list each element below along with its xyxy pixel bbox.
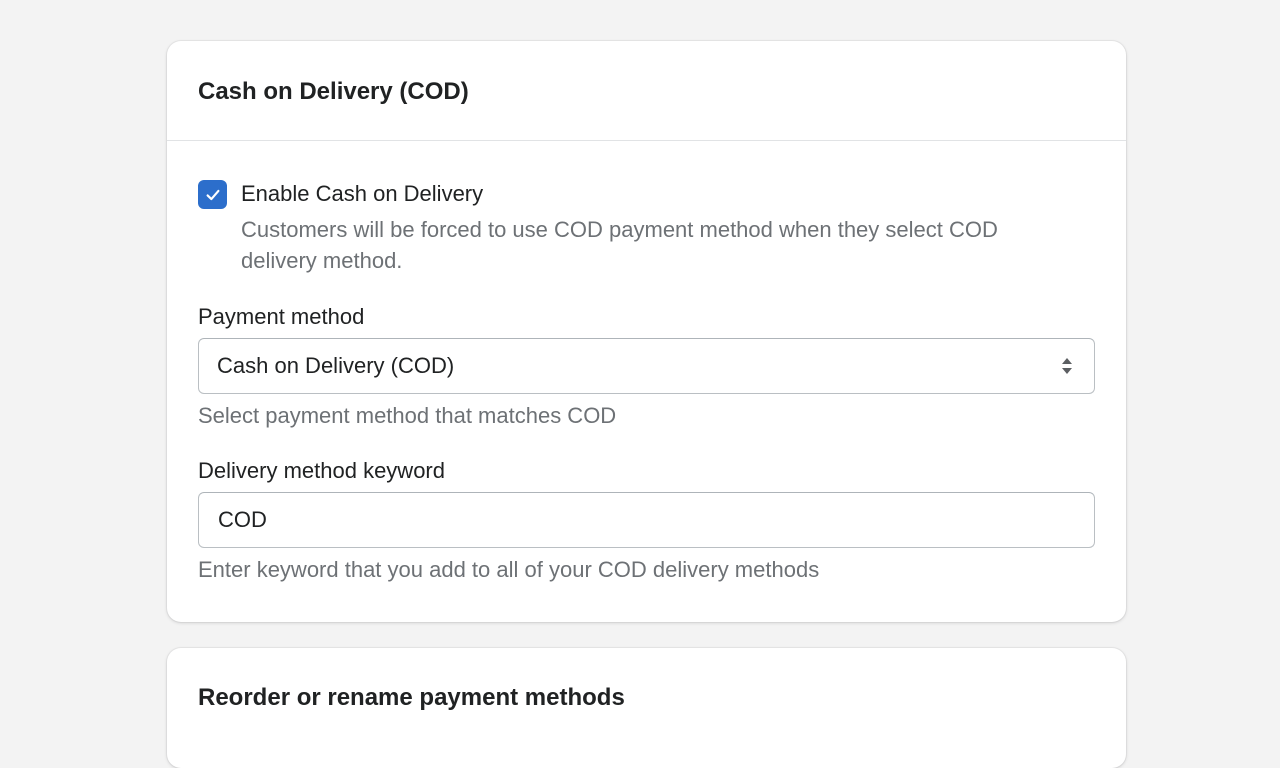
delivery-keyword-label: Delivery method keyword: [198, 458, 445, 483]
payment-method-field: Payment method Cash on Delivery (COD) Se…: [198, 302, 1095, 431]
enable-cod-checkbox-row: Enable Cash on Delivery Customers will b…: [198, 180, 1095, 276]
reorder-payment-methods-card: Reorder or rename payment methods: [167, 648, 1126, 768]
select-arrows-icon: [1062, 358, 1072, 374]
enable-cod-checkbox[interactable]: [198, 180, 227, 209]
card-header: Cash on Delivery (COD): [167, 41, 1126, 141]
cod-settings-card: Cash on Delivery (COD) Enable Cash on De…: [167, 41, 1126, 622]
enable-cod-help-text: Customers will be forced to use COD paym…: [241, 217, 998, 273]
delivery-keyword-field: Delivery method keyword Enter keyword th…: [198, 456, 1095, 585]
card-body: Enable Cash on Delivery Customers will b…: [167, 141, 1126, 585]
delivery-keyword-help-text: Enter keyword that you add to all of you…: [198, 557, 820, 582]
enable-cod-label[interactable]: Enable Cash on Delivery: [241, 179, 1041, 209]
delivery-keyword-input[interactable]: [198, 492, 1095, 548]
checkbox-text: Enable Cash on Delivery Customers will b…: [241, 180, 1041, 276]
payment-method-selected-value: Cash on Delivery (COD): [217, 353, 455, 378]
checkmark-icon: [206, 189, 219, 200]
payment-method-select[interactable]: Cash on Delivery (COD): [198, 338, 1095, 394]
card-title: Cash on Delivery (COD): [198, 78, 469, 105]
card-title: Reorder or rename payment methods: [198, 684, 625, 711]
payment-method-label: Payment method: [198, 304, 365, 329]
payment-method-help-text: Select payment method that matches COD: [198, 403, 617, 428]
